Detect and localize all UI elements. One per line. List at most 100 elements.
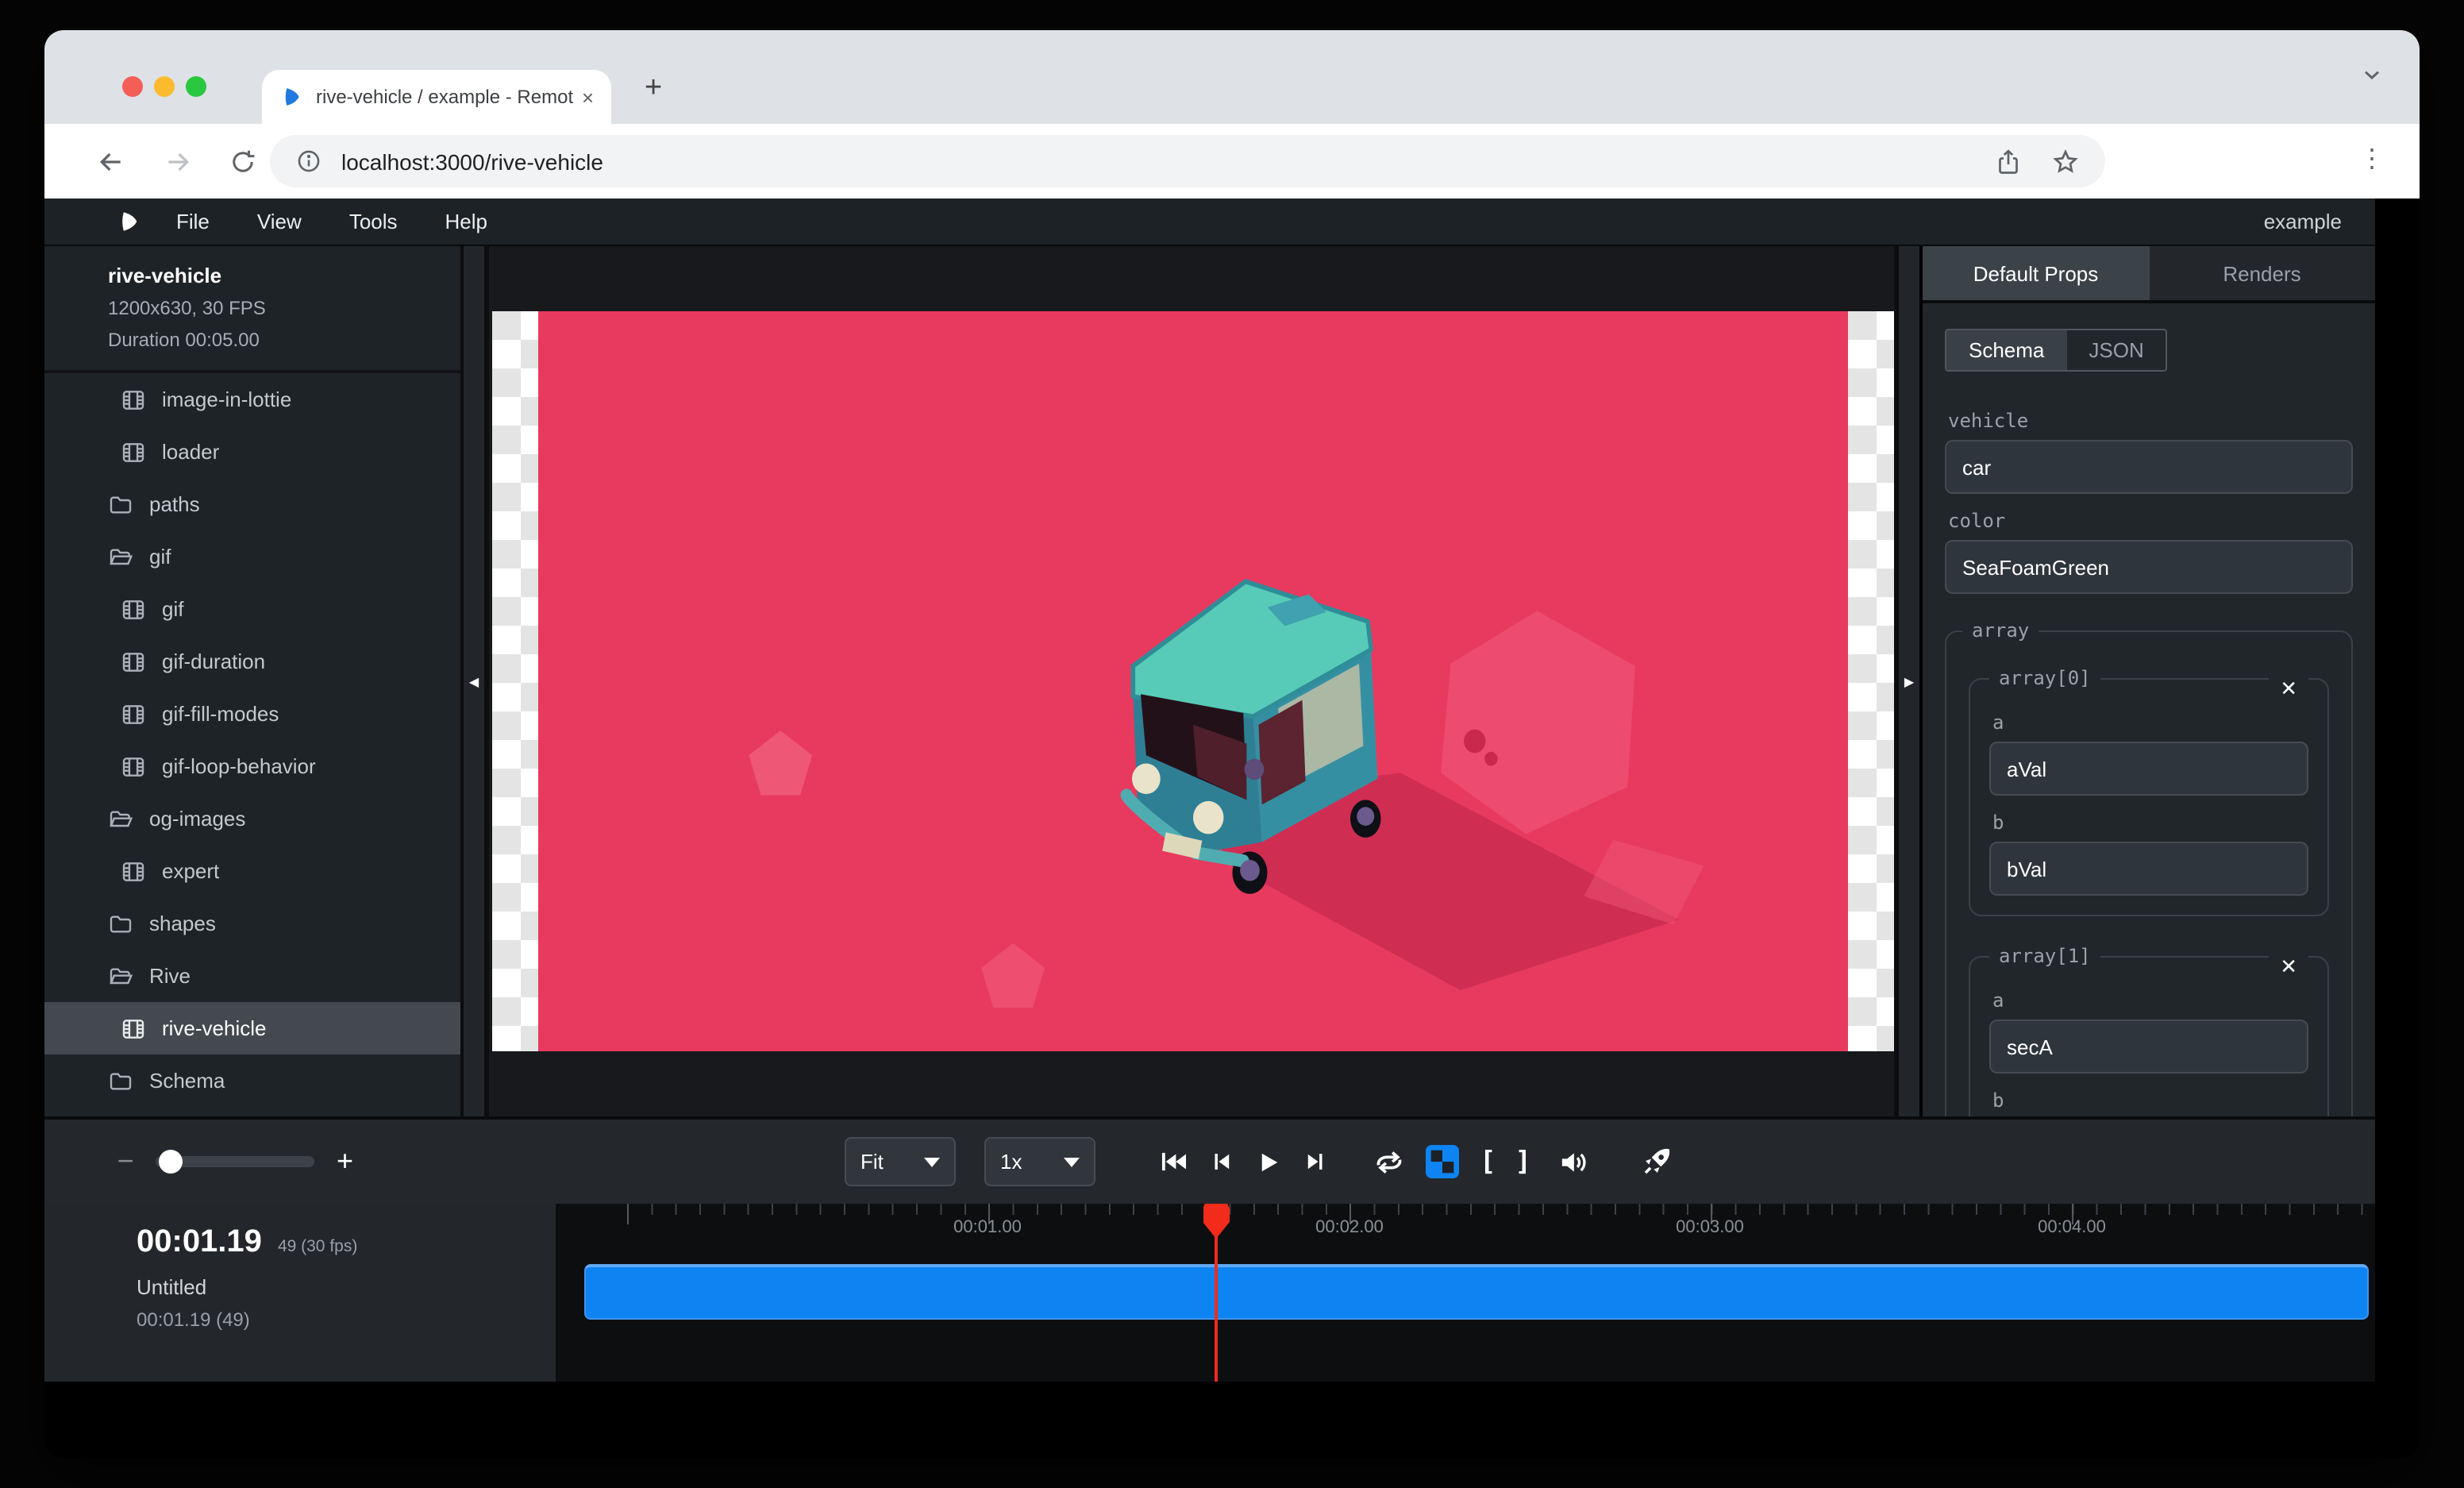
array-1-legend: array[1] (1989, 945, 2100, 967)
zoom-slider-thumb[interactable] (159, 1150, 183, 1174)
sidebar-item-loader[interactable]: loader (44, 426, 460, 478)
sidebar-item-gif[interactable]: gif (44, 583, 460, 635)
props-panel-tabs: Default Props Renders (1923, 246, 2375, 303)
zoom-in-button[interactable]: + (337, 1145, 353, 1178)
timeline-info-panel: 00:01.19 49 (30 fps) Untitled 00:01.19 (… (44, 1204, 556, 1382)
zoom-slider[interactable] (156, 1156, 314, 1167)
field-label-a: a (1992, 989, 2305, 1012)
sidebar-folder-gif[interactable]: gif (44, 530, 460, 583)
timeline-ruler[interactable]: 00:01.00 00:02.00 00:03.00 00:04.00 (556, 1204, 2375, 1245)
tab-renders[interactable]: Renders (2149, 246, 2375, 300)
minimize-window-button[interactable] (154, 76, 175, 97)
sidebar-item-gif-fill-modes[interactable]: gif-fill-modes (44, 688, 460, 740)
playback-rate-select[interactable]: 1x (984, 1137, 1095, 1186)
toggle-schema[interactable]: Schema (1946, 330, 2066, 370)
composition-list: image-in-lottie loader paths gif gif gif… (44, 373, 460, 1116)
skip-to-start-button[interactable] (1159, 1147, 1189, 1177)
array-1-a-input[interactable] (1989, 1020, 2308, 1074)
bookmark-star-icon[interactable] (2051, 147, 2080, 175)
render-rocket-button[interactable] (1639, 1145, 1673, 1178)
tab-default-props[interactable]: Default Props (1923, 246, 2149, 300)
url-text[interactable]: localhost:3000/rive-vehicle (341, 148, 1965, 174)
compositions-sidebar: rive-vehicle 1200x630, 30 FPS Duration 0… (44, 246, 464, 1116)
address-bar[interactable]: localhost:3000/rive-vehicle (270, 135, 2105, 187)
transparency-checkerboard-button[interactable] (1426, 1145, 1459, 1178)
vehicle-animation (538, 311, 1848, 1051)
array-legend: array (1962, 619, 2039, 642)
new-tab-button[interactable]: + (645, 71, 662, 106)
sidebar-item-expert[interactable]: expert (44, 845, 460, 897)
sidebar-folder-rive[interactable]: Rive (44, 950, 460, 1002)
folder-open-icon (108, 544, 133, 569)
track-duration: 00:01.19 (49) (137, 1309, 556, 1331)
browser-navbar: localhost:3000/rive-vehicle ⋮ (44, 124, 2420, 199)
color-input[interactable] (1945, 540, 2353, 594)
field-label-color: color (1948, 510, 2350, 532)
browser-tab[interactable]: rive-vehicle / example - Remot × (262, 70, 611, 124)
sidebar-folder-shapes[interactable]: shapes (44, 897, 460, 950)
current-frame-label: 49 (30 fps) (278, 1237, 357, 1256)
collapse-left-panel-icon[interactable]: ◀ (464, 246, 489, 1116)
volume-button[interactable] (1557, 1146, 1588, 1178)
sidebar-item-gif-loop-behavior[interactable]: gif-loop-behavior (44, 740, 460, 792)
vehicle-input[interactable] (1945, 440, 2353, 494)
zoom-out-button[interactable]: − (114, 1145, 137, 1178)
menu-view[interactable]: View (233, 210, 325, 233)
share-icon[interactable] (1994, 147, 2023, 175)
browser-tab-strip: rive-vehicle / example - Remot × + (44, 30, 2420, 124)
array-0-b-input[interactable] (1989, 842, 2308, 896)
props-panel-body: Schema JSON vehicle color array array[0] (1923, 303, 2375, 1116)
timeline-track-bar[interactable] (584, 1264, 2369, 1320)
ruler-label: 00:02.00 (1315, 1218, 1384, 1237)
film-icon (121, 1016, 146, 1041)
remotion-logo-icon[interactable] (117, 210, 141, 241)
back-icon[interactable] (95, 145, 127, 177)
composition-dimensions: 1200x630, 30 FPS (108, 297, 445, 319)
set-out-marker-button[interactable]: ] (1515, 1146, 1532, 1178)
next-frame-button[interactable] (1302, 1148, 1329, 1175)
array-1-fieldset: array[1] ✕ a b (1969, 945, 2329, 1116)
menu-help[interactable]: Help (422, 210, 512, 233)
tab-close-icon[interactable]: × (577, 85, 599, 109)
composition-name: rive-vehicle (108, 264, 445, 287)
sidebar-item-rive-vehicle[interactable]: rive-vehicle (44, 1002, 460, 1054)
sidebar-folder-og-images[interactable]: og-images (44, 792, 460, 845)
current-timecode: 00:01.19 (137, 1224, 262, 1261)
set-in-marker-button[interactable]: [ (1480, 1146, 1496, 1178)
fullscreen-window-button[interactable] (186, 76, 206, 97)
fit-select[interactable]: Fit (845, 1137, 956, 1186)
previous-frame-button[interactable] (1208, 1148, 1235, 1175)
film-icon (121, 701, 146, 727)
field-label-a: a (1992, 711, 2305, 734)
forward-icon[interactable] (162, 145, 194, 177)
sidebar-folder-schema[interactable]: Schema (44, 1054, 460, 1107)
toggle-json[interactable]: JSON (2066, 330, 2166, 370)
menu-file[interactable]: File (152, 210, 233, 233)
play-button[interactable] (1254, 1147, 1283, 1176)
array-0-fieldset: array[0] ✕ a b (1969, 667, 2329, 916)
tab-search-chevron-icon[interactable] (2359, 62, 2385, 95)
folder-icon (108, 911, 133, 936)
close-window-button[interactable] (122, 76, 143, 97)
sidebar-item-gif-duration[interactable]: gif-duration (44, 635, 460, 688)
browser-window: rive-vehicle / example - Remot × + local… (44, 30, 2420, 1458)
site-info-icon[interactable] (295, 148, 322, 175)
app-menubar: File View Tools Help example (44, 199, 2375, 246)
film-icon (121, 754, 146, 779)
sidebar-item-image-in-lottie[interactable]: image-in-lottie (44, 373, 460, 426)
menu-tools[interactable]: Tools (325, 210, 422, 233)
browser-menu-icon[interactable]: ⋮ (2359, 143, 2385, 175)
composition-canvas[interactable] (492, 311, 1894, 1051)
van-illustration (538, 311, 1848, 1051)
reload-icon[interactable] (229, 147, 257, 175)
loop-toggle-button[interactable] (1373, 1146, 1405, 1178)
composition-info: rive-vehicle 1200x630, 30 FPS Duration 0… (44, 246, 460, 373)
remove-array-1-icon[interactable]: ✕ (2269, 953, 2308, 980)
folder-icon (108, 1068, 133, 1093)
preview-area: ◀ ▶ (464, 246, 1919, 1116)
remove-array-0-icon[interactable]: ✕ (2269, 675, 2308, 702)
array-0-a-input[interactable] (1989, 742, 2308, 796)
film-icon (121, 387, 146, 412)
sidebar-folder-paths[interactable]: paths (44, 478, 460, 530)
collapse-right-panel-icon[interactable]: ▶ (1894, 246, 1919, 1116)
